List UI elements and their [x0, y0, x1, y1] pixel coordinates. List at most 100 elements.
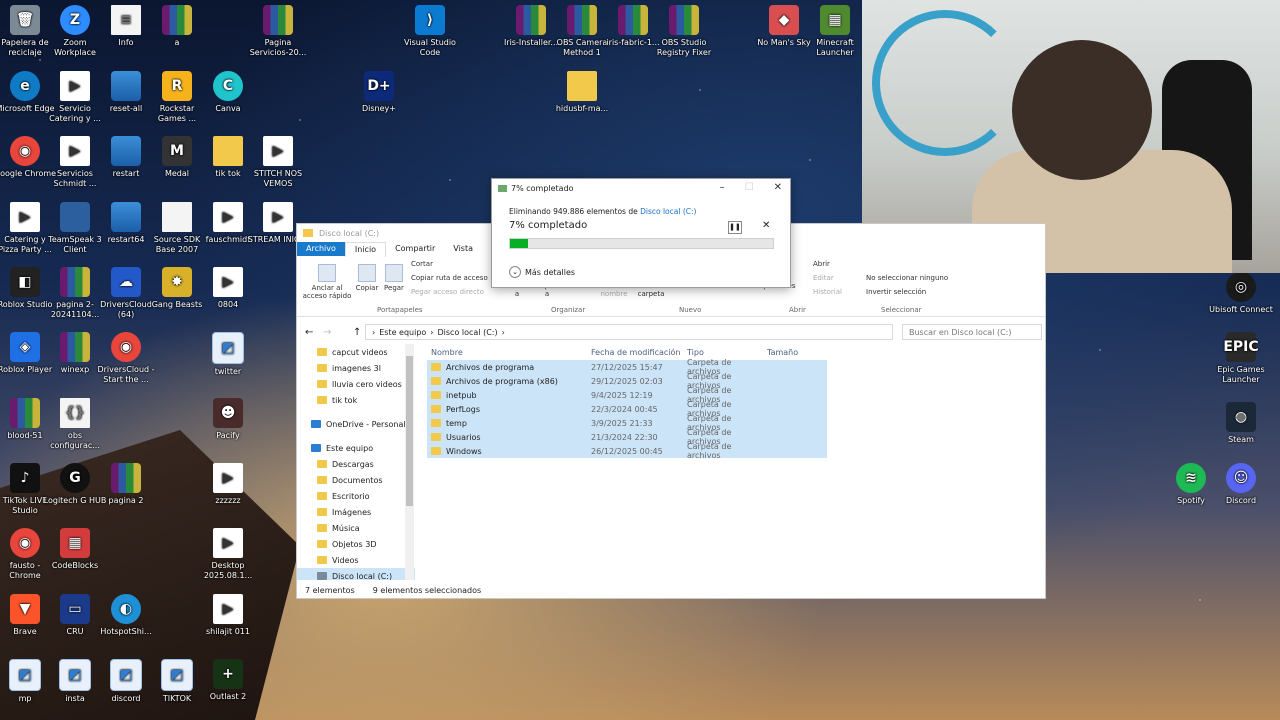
nav-item[interactable]: lluvia cero videos	[297, 376, 415, 392]
forward-arrow-icon[interactable]: →	[323, 327, 331, 338]
maximize-icon[interactable]: ☐	[745, 182, 754, 193]
column-date[interactable]: Fecha de modificación	[591, 348, 687, 357]
folder-icon	[317, 396, 327, 404]
desktop-icon-video-file[interactable]: ▶ 0804	[196, 267, 260, 310]
desktop-icon-minecraft[interactable]: ▦ Minecraft Launcher	[803, 5, 867, 58]
breadcrumb-disco-local[interactable]: Disco local (C:)	[438, 328, 498, 337]
search-input[interactable]: Buscar en Disco local (C:)	[902, 324, 1042, 340]
video-file-icon: ▶	[60, 71, 90, 101]
desktop-icon-hotspot-shield[interactable]: ◐ HotspotShi...	[94, 594, 158, 637]
nav-item[interactable]: Disco local (C:)	[297, 568, 415, 580]
wall-decoration	[872, 10, 1018, 156]
progress-bar	[509, 238, 774, 249]
nav-item[interactable]: Escritorio	[297, 488, 415, 504]
desktop-icon-video-file[interactable]: ▶ zzzzzz	[196, 463, 260, 506]
close-icon[interactable]: ✕	[774, 182, 782, 193]
desktop-icon-ubisoft[interactable]: ◎ Ubisoft Connect	[1209, 272, 1273, 315]
nav-item[interactable]: Música	[297, 520, 415, 536]
desktop-icon-disney-plus[interactable]: D+ Disney+	[347, 71, 411, 114]
recycle-bin-icon: 🗑	[10, 5, 40, 35]
desktop-icon-folder[interactable]: hidusbf-ma...	[550, 71, 614, 114]
breadcrumb-este-equipo[interactable]: Este equipo	[379, 328, 426, 337]
folder-icon	[567, 71, 597, 101]
scrollbar-thumb[interactable]	[406, 356, 413, 506]
table-cell: Archivos de programa (x86)	[427, 377, 591, 386]
up-arrow-icon[interactable]: ↑	[353, 327, 361, 338]
desktop-icon-codeblocks[interactable]: ▦ CodeBlocks	[43, 528, 107, 571]
desktop-icon-video-file[interactable]: ▶ STITCH NOS VEMOS	[246, 136, 310, 189]
desktop-icon-json-file[interactable]: {} obs configurac...	[43, 398, 107, 451]
history-button[interactable]: Historial	[813, 288, 842, 296]
driverscloud-icon: ☁	[111, 267, 141, 297]
desktop-icon-canva[interactable]: C Canva	[196, 71, 260, 114]
desktop-icon-video-file[interactable]: ▶ shilajit 011	[196, 594, 260, 637]
desktop-icon-pacify[interactable]: ☻ Pacify	[196, 398, 260, 441]
paste-shortcut-button[interactable]: Pegar acceso directo	[411, 288, 484, 296]
roblox-player-icon: ◈	[10, 332, 40, 362]
table-row[interactable]: temp 3/9/2025 21:33 Carpeta de archivos	[427, 414, 827, 432]
address-bar[interactable]: › Este equipo › Disco local (C:) ›	[365, 324, 893, 340]
nav-item[interactable]: Videos	[297, 552, 415, 568]
desktop-icon-epic-games[interactable]: EPIC Epic Games Launcher	[1209, 332, 1273, 385]
copy-path-button[interactable]: Copiar ruta de acceso	[411, 274, 488, 282]
more-details-button[interactable]: ⌄ Más detalles	[509, 266, 575, 278]
select-none-button[interactable]: No seleccionar ninguno	[866, 274, 948, 282]
table-row[interactable]: Archivos de programa (x86) 29/12/2025 02:…	[427, 372, 827, 390]
nav-scrollbar[interactable]	[405, 344, 414, 580]
table-row[interactable]: Usuarios 21/3/2024 22:30 Carpeta de archiv…	[427, 428, 827, 446]
table-row[interactable]: Archivos de programa 27/12/2025 15:47 Carp…	[427, 358, 827, 376]
nav-item[interactable]: imagenes 3l	[297, 360, 415, 376]
nav-item[interactable]: Este equipo	[297, 440, 415, 456]
paste-button[interactable]: Pegar	[381, 264, 407, 292]
minimize-icon[interactable]: –	[720, 182, 725, 193]
desktop-icon-video-file[interactable]: ▶ Desktop 2025.08.1...	[196, 528, 260, 581]
tab-vista[interactable]: Vista	[444, 242, 482, 256]
tab-inicio[interactable]: Inicio	[344, 241, 387, 257]
desktop-icon-discord[interactable]: ☺ Discord	[1209, 463, 1273, 506]
edit-button[interactable]: Editar	[813, 274, 834, 282]
nav-item[interactable]: OneDrive - Personal	[297, 416, 415, 432]
table-row[interactable]: PerfLogs 22/3/2024 00:45 Carpeta de archiv…	[427, 400, 827, 418]
nav-item[interactable]: Imágenes	[297, 504, 415, 520]
cell-text: 22/3/2024 00:45	[591, 404, 658, 414]
nav-item[interactable]: Documentos	[297, 472, 415, 488]
desktop-icon-chrome[interactable]: ◉ DriversCloud - Start the ...	[94, 332, 158, 385]
tab-compartir[interactable]: Compartir	[386, 242, 444, 256]
open-button[interactable]: Abrir	[813, 260, 830, 268]
invert-selection-button[interactable]: Invertir selección	[866, 288, 926, 296]
desktop-icon-winrar[interactable]: OBS Studio Registry Fixer	[652, 5, 716, 58]
target-drive-link[interactable]: Disco local (C:)	[640, 207, 696, 216]
desktop-icon-image-file[interactable]: ◩ twitter	[196, 332, 260, 377]
column-type[interactable]: Tipo	[687, 348, 767, 357]
desktop-icon-vscode[interactable]: ⟩ Visual Studio Code	[398, 5, 462, 58]
nav-item[interactable]: Objetos 3D	[297, 536, 415, 552]
copy-button[interactable]: Copiar	[353, 264, 381, 292]
desktop-icon-outlast[interactable]: + Outlast 2	[196, 659, 260, 702]
desktop-icon-winrar[interactable]: a	[145, 5, 209, 48]
tab-archivo[interactable]: Archivo	[297, 242, 345, 256]
nav-item-label: Videos	[332, 555, 359, 565]
video-file-icon: ▶	[213, 202, 243, 232]
desktop-icon-steam[interactable]: ◍ Steam	[1209, 402, 1273, 445]
desktop-icon-winrar[interactable]: pagina 2	[94, 463, 158, 506]
video-file-icon: ▶	[213, 528, 243, 558]
folder-icon	[317, 524, 327, 532]
nav-item-label: Descargas	[332, 459, 374, 469]
pause-button[interactable]: ❚❚	[728, 221, 742, 234]
column-name[interactable]: Nombre	[427, 348, 591, 357]
nav-item[interactable]: Descargas	[297, 456, 415, 472]
pin-quick-access-button[interactable]: Anclar al acceso rápido	[301, 264, 353, 300]
cut-button[interactable]: Cortar	[411, 260, 433, 268]
nav-item-label: Música	[332, 523, 360, 533]
ubisoft-icon: ◎	[1226, 272, 1256, 302]
table-row[interactable]: inetpub 9/4/2025 12:19 Carpeta de archivos	[427, 386, 827, 404]
table-row[interactable]: Windows 26/12/2025 00:45 Carpeta de archiv…	[427, 442, 827, 460]
nav-item[interactable]: tik tok	[297, 392, 415, 408]
back-arrow-icon[interactable]: ←	[305, 327, 313, 338]
navigation-pane: capcut videos imagenes 3l lluvia cero vide…	[297, 344, 415, 580]
nav-item	[297, 408, 415, 416]
column-size[interactable]: Tamaño	[767, 348, 817, 357]
cancel-icon[interactable]: ✕	[762, 220, 770, 231]
nav-item[interactable]: capcut videos	[297, 344, 415, 360]
desktop-icon-winrar[interactable]: Pagina Servicios-20...	[246, 5, 310, 58]
